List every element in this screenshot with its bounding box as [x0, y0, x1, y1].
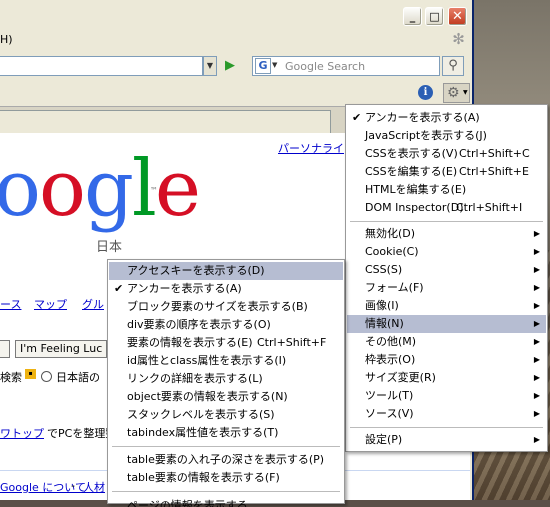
menu-item-display-block-size[interactable]: ブロック要素のサイズを表示する(B) — [109, 298, 343, 316]
go-icon[interactable]: ▶ — [222, 58, 238, 74]
submenu-tools[interactable]: ツール(T) ▶ — [347, 387, 546, 405]
information-submenu: アクセスキーを表示する(D) ✔ アンカーを表示する(A) ブロック要素のサイズを… — [107, 259, 345, 507]
menu-item-display-tab-index[interactable]: tabindex属性値を表示する(T) — [109, 424, 343, 442]
close-button[interactable]: ✕ — [448, 7, 467, 26]
search-submit-button[interactable] — [0, 340, 10, 358]
menu-item-show-javascript[interactable]: JavaScriptを表示する(J) — [347, 127, 546, 145]
submenu-arrow-icon: ▶ — [533, 301, 540, 310]
radio-label-japanese: 日本語の — [56, 371, 100, 384]
web-developer-menu: ✔ アンカーを表示する(A) JavaScriptを表示する(J) CSSを表示す… — [345, 104, 548, 452]
personalize-link[interactable]: パーソナライ — [278, 140, 344, 156]
chevron-down-icon: ▼ — [463, 89, 468, 96]
menu-item-dom-inspector[interactable]: DOM Inspector(D) Ctrl+Shift+I — [347, 199, 546, 217]
logo-subtitle: 日本 — [96, 240, 123, 255]
menu-item-show-anchors[interactable]: ✔ アンカーを表示する(A) — [347, 109, 546, 127]
submenu-arrow-icon: ▶ — [533, 229, 540, 238]
checkmark-icon: ✔ — [352, 111, 362, 124]
submenu-arrow-icon: ▶ — [533, 409, 540, 418]
title-bar: _ □ ✕ — [0, 0, 472, 30]
menu-separator — [112, 491, 340, 492]
menu-separator — [350, 221, 543, 222]
checkmark-icon: ✔ — [114, 282, 124, 295]
nav-link-news[interactable]: ース — [0, 296, 21, 312]
menu-item-view-page-information[interactable]: ページの情報を表示する — [109, 495, 343, 507]
menu-item-display-link-details[interactable]: リンクの詳細を表示する(L) — [109, 370, 343, 388]
google-logo: oogle — [0, 144, 201, 234]
feeling-lucky-button[interactable]: I'm Feeling Luc — [15, 340, 108, 358]
submenu-disable[interactable]: 無効化(D) ▶ — [347, 225, 546, 243]
submenu-options[interactable]: 設定(P) ▶ — [347, 431, 546, 449]
menu-item-view-css[interactable]: CSSを表示する(V) Ctrl+Shift+C — [347, 145, 546, 163]
search-box[interactable]: G ▼ Google Search — [252, 56, 440, 76]
extension-toolbar — [0, 82, 472, 104]
navigation-toolbar: ▼ ▶ G ▼ Google Search ⚲ — [0, 52, 472, 80]
submenu-information[interactable]: 情報(N) ▶ — [347, 315, 546, 333]
address-dropdown-icon[interactable]: ▼ — [203, 56, 217, 76]
promo-text: でPCを整理整 — [47, 427, 117, 440]
submenu-miscellaneous[interactable]: その他(M) ▶ — [347, 333, 546, 351]
submenu-arrow-icon: ▶ — [533, 283, 540, 292]
menu-item-display-table-information[interactable]: table要素の情報を表示する(F) — [109, 469, 343, 487]
submenu-arrow-icon: ▶ — [533, 355, 540, 364]
info-icon[interactable]: i — [418, 85, 433, 100]
minimize-icon: _ — [409, 10, 416, 23]
new-badge: ▪ — [25, 369, 36, 379]
throbber-icon: ✻ — [452, 30, 465, 48]
search-engine-icon[interactable]: G — [255, 58, 271, 74]
minimize-button[interactable]: _ — [403, 7, 422, 26]
submenu-css[interactable]: CSS(S) ▶ — [347, 261, 546, 279]
menu-item-display-div-order[interactable]: div要素の順序を表示する(O) — [109, 316, 343, 334]
nav-link-groups[interactable]: グル — [82, 296, 104, 312]
submenu-arrow-icon: ▶ — [533, 319, 540, 328]
search-button[interactable]: ⚲ — [442, 56, 464, 76]
search-engine-dropdown-icon[interactable]: ▼ — [272, 61, 277, 69]
menu-separator — [350, 427, 543, 428]
gear-icon: ⚙ — [447, 85, 460, 101]
radio-japanese[interactable] — [41, 371, 52, 382]
menu-item-display-access-keys[interactable]: アクセスキーを表示する(D) — [109, 262, 343, 280]
menu-item-display-id-class[interactable]: id属性とclass属性を表示する(I) — [109, 352, 343, 370]
magnifier-icon: ⚲ — [448, 58, 458, 73]
submenu-arrow-icon: ▶ — [533, 435, 540, 444]
close-icon: ✕ — [452, 9, 463, 24]
submenu-arrow-icon: ▶ — [533, 373, 540, 382]
menu-item-display-anchors[interactable]: ✔ アンカーを表示する(A) — [109, 280, 343, 298]
submenu-arrow-icon: ▶ — [533, 265, 540, 274]
submenu-arrow-icon: ▶ — [533, 391, 540, 400]
menu-help[interactable]: H) — [0, 33, 13, 46]
web-developer-menu-button[interactable]: ⚙ ▼ — [443, 83, 470, 103]
logo-trademark: ™ — [150, 186, 158, 195]
nav-link-maps[interactable]: マップ — [34, 296, 67, 312]
tab-google[interactable] — [0, 110, 331, 133]
menu-separator — [112, 446, 340, 447]
radio-label-web: 検索 — [0, 371, 22, 384]
submenu-forms[interactable]: フォーム(F) ▶ — [347, 279, 546, 297]
menu-item-display-table-depth[interactable]: table要素の入れ子の深さを表示する(P) — [109, 451, 343, 469]
menu-bar: H) — [0, 30, 472, 50]
address-bar[interactable] — [0, 56, 203, 76]
menu-item-edit-css[interactable]: CSSを編集する(E) Ctrl+Shift+E — [347, 163, 546, 181]
submenu-arrow-icon: ▶ — [533, 247, 540, 256]
submenu-view-source[interactable]: ソース(V) ▶ — [347, 405, 546, 423]
menu-item-display-object-information[interactable]: object要素の情報を表示する(N) — [109, 388, 343, 406]
menu-item-display-stack-levels[interactable]: スタックレベルを表示する(S) — [109, 406, 343, 424]
maximize-button[interactable]: □ — [425, 7, 444, 26]
footer-separator: - — [71, 479, 75, 492]
promo-link[interactable]: ワトップ — [0, 425, 44, 441]
submenu-outline[interactable]: 枠表示(O) ▶ — [347, 351, 546, 369]
submenu-resize[interactable]: サイズ変更(R) ▶ — [347, 369, 546, 387]
submenu-images[interactable]: 画像(I) ▶ — [347, 297, 546, 315]
menu-item-edit-html[interactable]: HTMLを編集する(E) — [347, 181, 546, 199]
footer-link-jobs[interactable]: 人材 — [83, 479, 105, 495]
submenu-arrow-icon: ▶ — [533, 337, 540, 346]
maximize-icon: □ — [429, 10, 440, 23]
submenu-cookies[interactable]: Cookie(C) ▶ — [347, 243, 546, 261]
menu-item-display-element-information[interactable]: 要素の情報を表示する(E) Ctrl+Shift+F — [109, 334, 343, 352]
search-placeholder: Google Search — [285, 60, 366, 73]
